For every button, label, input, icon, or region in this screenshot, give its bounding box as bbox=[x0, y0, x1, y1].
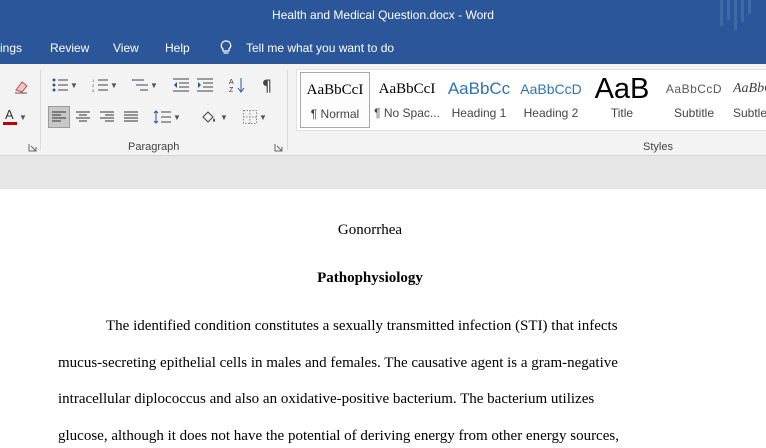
styles-gallery: AaBbCcI ¶ Normal AaBbCcI ¶ No Spac... Aa… bbox=[296, 69, 766, 131]
style-sample: AaBbCcI bbox=[306, 82, 364, 98]
group-divider bbox=[40, 70, 41, 150]
style-heading-2[interactable]: AaBbCcD Heading 2 bbox=[518, 72, 584, 128]
tab-help[interactable]: Help bbox=[165, 41, 190, 55]
borders-icon bbox=[243, 110, 258, 124]
line-spacing-button[interactable]: ▼ bbox=[150, 106, 184, 128]
paragraph-line: The identified condition constitutes a s… bbox=[106, 318, 618, 334]
tab-review[interactable]: Review bbox=[50, 41, 89, 55]
chevron-down-icon: ▼ bbox=[110, 80, 118, 90]
document-name: Health and Medical Question.docx bbox=[272, 8, 455, 22]
svg-text:3: 3 bbox=[92, 88, 95, 92]
style-sample: AaBbCc bbox=[447, 79, 511, 98]
style-name: Heading 2 bbox=[523, 106, 579, 120]
title-bar: Health and Medical Question.docx - Word bbox=[0, 0, 766, 32]
shading-button[interactable]: ▼ bbox=[196, 106, 232, 128]
styles-group-label: Styles bbox=[643, 141, 673, 153]
svg-text:A: A bbox=[229, 79, 234, 86]
sort-az-icon: A Z bbox=[229, 78, 245, 93]
align-left-icon bbox=[52, 111, 66, 122]
borders-button[interactable]: ▼ bbox=[238, 106, 272, 128]
style-subtle-emphasis[interactable]: AaBbC Subtle bbox=[733, 72, 766, 128]
paragraph-dialog-launcher-icon[interactable] bbox=[274, 143, 283, 152]
chevron-down-icon: ▼ bbox=[173, 112, 181, 122]
increase-indent-icon bbox=[197, 78, 213, 92]
align-center-button[interactable] bbox=[72, 106, 94, 128]
account-decoration-icon bbox=[720, 0, 751, 30]
font-dialog-launcher-icon[interactable] bbox=[28, 143, 37, 152]
chevron-down-icon: ▼ bbox=[70, 80, 78, 90]
style-subtitle[interactable]: AaBbCcD Subtitle bbox=[661, 72, 727, 128]
chevron-down-icon: ▼ bbox=[150, 80, 158, 90]
tab-view[interactable]: View bbox=[113, 41, 139, 55]
sort-button[interactable]: A Z bbox=[226, 74, 248, 96]
section-heading: Pathophysiology bbox=[317, 270, 423, 286]
title-separator: - bbox=[458, 8, 463, 22]
style-no-spacing[interactable]: AaBbCcI ¶ No Spac... bbox=[372, 72, 442, 128]
ribbon: A ▼ ▼ 1 2 3 ▼ ▼ A Z ¶ ▼ ▼ ▼ Paragraph Aa… bbox=[0, 64, 766, 156]
paragraph-line: intracellular diplococcus and also an ox… bbox=[58, 391, 595, 407]
lightbulb-icon bbox=[220, 40, 232, 54]
justify-icon bbox=[124, 111, 138, 122]
font-color-icon: A bbox=[3, 108, 18, 125]
paragraph-line: mucus-secreting epithelial cells in male… bbox=[58, 355, 618, 371]
style-name: Title bbox=[610, 106, 634, 120]
window-title: Health and Medical Question.docx - Word bbox=[0, 8, 766, 22]
line-spacing-icon bbox=[153, 110, 172, 124]
numbering-button[interactable]: 1 2 3 ▼ bbox=[88, 74, 122, 96]
style-heading-1[interactable]: AaBbCc Heading 1 bbox=[446, 72, 512, 128]
group-divider bbox=[287, 70, 288, 150]
pilcrow-icon: ¶ bbox=[261, 75, 273, 95]
bullets-button[interactable]: ▼ bbox=[48, 74, 82, 96]
chevron-down-icon: ▼ bbox=[220, 112, 228, 122]
style-sample: AaBbC bbox=[733, 81, 766, 96]
show-hide-marks-button[interactable]: ¶ bbox=[256, 74, 278, 96]
app-name: Word bbox=[465, 8, 494, 22]
eraser-icon bbox=[15, 81, 28, 94]
decrease-indent-button[interactable] bbox=[170, 74, 192, 96]
justify-button[interactable] bbox=[120, 106, 142, 128]
svg-text:A: A bbox=[5, 108, 14, 122]
style-name: ¶ No Spac... bbox=[374, 106, 440, 120]
increase-indent-button[interactable] bbox=[194, 74, 216, 96]
bullet-list-icon bbox=[52, 78, 69, 92]
decrease-indent-icon bbox=[173, 78, 189, 92]
align-center-icon bbox=[76, 111, 90, 122]
paint-bucket-icon bbox=[202, 111, 216, 123]
paragraph-group-label: Paragraph bbox=[128, 141, 180, 153]
style-sample: AaB bbox=[594, 73, 650, 105]
document-page[interactable]: Gonorrhea Pathophysiology The identified… bbox=[0, 189, 766, 448]
style-normal[interactable]: AaBbCcI ¶ Normal bbox=[300, 72, 370, 128]
multilevel-list-button[interactable]: ▼ bbox=[128, 74, 162, 96]
tell-me-search[interactable]: Tell me what you want to do bbox=[246, 41, 394, 55]
chevron-down-icon: ▼ bbox=[259, 112, 267, 122]
align-left-button[interactable] bbox=[48, 106, 70, 128]
style-name: Subtle bbox=[733, 106, 766, 120]
svg-text:Z: Z bbox=[229, 87, 234, 93]
style-sample: AaBbCcI bbox=[378, 81, 436, 97]
style-sample: AaBbCcD bbox=[520, 81, 582, 97]
numbered-list-icon: 1 2 3 bbox=[92, 78, 109, 92]
paragraph-line: glucose, although it does not have the p… bbox=[58, 428, 619, 444]
align-right-icon bbox=[100, 111, 114, 122]
style-name: ¶ Normal bbox=[310, 107, 360, 121]
document-title: Gonorrhea bbox=[337, 222, 403, 238]
font-color-button[interactable]: A ▼ bbox=[0, 106, 30, 128]
ribbon-tabs: ings Review View Help Tell me what you w… bbox=[0, 32, 766, 64]
chevron-down-icon: ▼ bbox=[19, 112, 27, 122]
style-name: Subtitle bbox=[673, 106, 715, 120]
multilevel-list-icon bbox=[132, 79, 149, 91]
tab-mailings[interactable]: ings bbox=[0, 41, 22, 55]
style-title[interactable]: AaB Title bbox=[589, 72, 655, 128]
align-right-button[interactable] bbox=[96, 106, 118, 128]
document-canvas-gap bbox=[0, 157, 766, 189]
clear-formatting-button[interactable] bbox=[10, 76, 32, 98]
style-sample: AaBbCcD bbox=[665, 82, 723, 96]
style-name: Heading 1 bbox=[451, 106, 507, 120]
